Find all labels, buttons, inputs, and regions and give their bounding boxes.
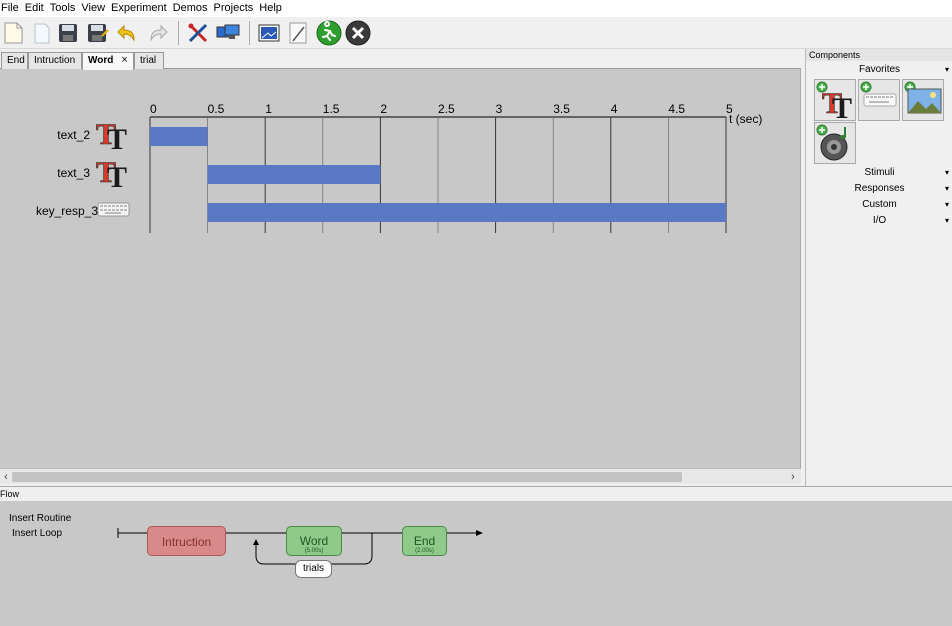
component-label-key_resp_3[interactable]: key_resp_3 (8, 204, 98, 218)
tab-label: Word (88, 55, 114, 66)
compile-script-icon[interactable] (285, 20, 311, 46)
timeline-tick-label: 2.5 (438, 102, 455, 116)
category-favorites[interactable]: Favorites ▾ (806, 62, 952, 78)
routine-label: End (413, 534, 436, 548)
routine-tabs: End Intruction Word × trial (0, 50, 801, 70)
category-label: I/O (872, 215, 887, 226)
routine-label: Intruction (161, 535, 212, 549)
menu-projects[interactable]: Projects (213, 0, 259, 17)
stop-icon[interactable] (345, 20, 371, 46)
text-component-icon[interactable]: TT (96, 155, 132, 194)
flow-routine-word[interactable]: Word (5.00s) (286, 526, 342, 556)
tab-label: trial (140, 55, 157, 66)
add-sound-component-button[interactable] (814, 122, 856, 164)
axis-label: t (sec) (729, 112, 762, 126)
close-icon[interactable]: × (121, 54, 127, 66)
scroll-right-icon[interactable]: › (787, 469, 799, 485)
tab-word[interactable]: Word × (82, 52, 134, 70)
component-bar-text_3 (207, 165, 381, 184)
menu-file[interactable]: File (0, 0, 24, 17)
tab-trial[interactable]: trial (134, 52, 164, 69)
keyboard-component-icon[interactable] (97, 200, 131, 223)
scroll-left-icon[interactable]: ‹ (0, 469, 12, 485)
svg-text:T: T (107, 123, 127, 151)
routine-duration: (2.00s) (415, 548, 434, 554)
flow-routine-intruction[interactable]: Intruction (147, 526, 226, 556)
timeline-tick-label: 0.5 (208, 102, 225, 116)
flow-routine-end[interactable]: End (2.00s) (402, 526, 447, 556)
category-label: Custom (862, 199, 897, 210)
tab-intruction[interactable]: Intruction (28, 52, 82, 69)
menu-help[interactable]: Help (258, 0, 287, 17)
category-stimuli[interactable]: Stimuli ▾ (806, 165, 952, 181)
component-label-text_3[interactable]: text_3 (0, 166, 90, 180)
component-label-text_2[interactable]: text_2 (0, 128, 90, 142)
timeline-tick-label: 4.5 (668, 102, 685, 116)
add-text-component-button[interactable]: TT (814, 79, 856, 125)
timeline-ticks: 0 0.5 1 1.5 2 2.5 3 3.5 4 4.5 5 (150, 102, 733, 116)
menu-experiment[interactable]: Experiment (110, 0, 172, 17)
category-label: Favorites (858, 64, 901, 75)
chevron-down-icon: ▾ (944, 200, 949, 209)
add-keyboard-component-button[interactable] (858, 79, 900, 121)
new-file-icon[interactable] (0, 20, 26, 46)
toolbar (0, 17, 952, 49)
tab-label: Intruction (34, 55, 76, 66)
flow-end-arrow (476, 530, 483, 536)
chevron-down-icon: ▾ (944, 216, 949, 225)
undo-icon[interactable] (115, 20, 141, 46)
monitor-center-icon[interactable] (215, 20, 241, 46)
svg-text:T: T (107, 161, 127, 189)
open-file-icon[interactable] (28, 20, 54, 46)
loop-trials[interactable]: trials (295, 560, 332, 578)
toolbar-separator (178, 21, 179, 45)
redo-icon[interactable] (144, 20, 170, 46)
flow-diagram (117, 528, 483, 565)
menu-tools[interactable]: Tools (49, 0, 81, 17)
add-image-component-button[interactable] (902, 79, 944, 121)
component-bar-key_resp_3 (207, 203, 727, 222)
save-as-icon[interactable] (85, 20, 111, 46)
flow-panel: Flow Insert Routine Insert Loop Intructi… (0, 486, 952, 626)
category-responses[interactable]: Responses ▾ (806, 181, 952, 197)
timeline-tick-label: 1 (265, 102, 272, 116)
toolbar-separator (249, 21, 250, 45)
timeline-tick-label: 4 (611, 102, 618, 116)
save-icon[interactable] (55, 20, 81, 46)
routine-duration: (5.00s) (304, 548, 324, 554)
timeline-tick-label: 3.5 (553, 102, 570, 116)
menu-bar: File Edit Tools View Experiment Demos Pr… (0, 0, 952, 17)
timeline-tick-label: 0 (150, 102, 157, 116)
run-icon[interactable] (316, 20, 342, 46)
components-title: Components (806, 49, 952, 61)
horizontal-scrollbar[interactable]: ‹ › (0, 468, 801, 484)
category-label: Responses (854, 183, 905, 194)
routine-label: Word (299, 534, 329, 548)
chevron-down-icon: ▾ (944, 184, 949, 193)
category-custom[interactable]: Custom ▾ (806, 197, 952, 213)
preferences-icon[interactable] (185, 20, 211, 46)
tab-label: End (7, 55, 25, 66)
timeline-tick-label: 3 (496, 102, 503, 116)
experiment-settings-icon[interactable] (256, 20, 282, 46)
tab-end[interactable]: End (1, 52, 28, 69)
svg-text:T: T (832, 92, 852, 122)
menu-demos[interactable]: Demos (172, 0, 213, 17)
components-panel: Components Favorites ▾ TT Stimuli ▾ Resp… (805, 49, 952, 486)
loop-arrow (253, 539, 259, 545)
component-bar-text_2 (150, 127, 208, 146)
scrollbar-thumb[interactable] (12, 472, 682, 482)
text-component-icon[interactable]: TT (96, 117, 132, 156)
timeline-tick-label: 2 (380, 102, 387, 116)
routine-panel: End Intruction Word × trial 0 0.5 1 1.5 2 2.5 3… (0, 50, 801, 484)
chevron-down-icon: ▾ (944, 168, 949, 177)
category-label: Stimuli (864, 167, 895, 178)
timeline-tick-label: 1.5 (323, 102, 340, 116)
routine-timeline: 0 0.5 1 1.5 2 2.5 3 3.5 4 4.5 5 t (sec) text_2 TT … (0, 69, 801, 465)
chevron-down-icon: ▾ (944, 65, 949, 74)
menu-view[interactable]: View (80, 0, 110, 17)
menu-edit[interactable]: Edit (24, 0, 49, 17)
category-io[interactable]: I/O ▾ (806, 213, 952, 229)
